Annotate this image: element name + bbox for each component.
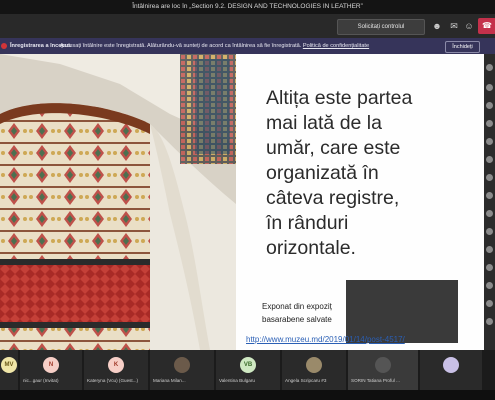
participant-tile[interactable]: VB Valentina Bulgaru bbox=[216, 350, 280, 390]
rail-avatar[interactable] bbox=[486, 246, 493, 253]
slide-heading-line: orizontale. bbox=[266, 237, 356, 259]
participant-name: Kateryna (Vcu) (Guest...) bbox=[87, 378, 139, 383]
museum-link[interactable]: http://www.muzeu.md/2019/01/14/post-4517… bbox=[246, 335, 405, 344]
react-icon[interactable]: ☺ bbox=[462, 19, 476, 33]
request-control-button[interactable]: Solicitați controlul bbox=[337, 19, 425, 35]
rail-avatar[interactable] bbox=[486, 318, 493, 325]
banner-message-text: Accesați întâlnire este înregistrată. Al… bbox=[60, 43, 302, 49]
participant-tile[interactable]: SORIN Tatiana Proful ... bbox=[348, 350, 418, 390]
rail-avatar[interactable] bbox=[486, 120, 493, 127]
avatar: N bbox=[43, 357, 59, 373]
window-title: Întâlnirea are loc în „Section 9.2. DESI… bbox=[0, 0, 495, 14]
participant-tile[interactable] bbox=[420, 350, 482, 390]
rail-avatar[interactable] bbox=[486, 64, 493, 71]
participant-tile[interactable]: K Kateryna (Vcu) (Guest...) bbox=[84, 350, 148, 390]
rail-avatar[interactable] bbox=[486, 192, 493, 199]
participant-tile[interactable]: Angela Scripcaru #3 bbox=[282, 350, 346, 390]
slide-heading-line: Altița este partea bbox=[266, 87, 413, 109]
slide-heading-line: în rânduri bbox=[266, 212, 349, 234]
rail-avatar[interactable] bbox=[486, 300, 493, 307]
recording-banner: Înregistrarea a început. Accesați întâln… bbox=[0, 38, 495, 54]
banner-message: Accesați întâlnire este înregistrată. Al… bbox=[60, 38, 369, 54]
rail-avatar[interactable] bbox=[486, 264, 493, 271]
rail-avatar[interactable] bbox=[486, 84, 493, 91]
caption-line: Exponat din expoziț bbox=[262, 302, 332, 311]
presenter-video-overlay bbox=[346, 280, 458, 343]
privacy-policy-link[interactable]: Politică de confidențialitate bbox=[303, 43, 369, 49]
embroidered-blouse-photo bbox=[0, 54, 236, 350]
slide-caption: Exponat din expoziț basarabene salvate bbox=[262, 300, 332, 326]
participant-tile[interactable]: Mariana Milan... bbox=[150, 350, 214, 390]
avatar bbox=[375, 357, 391, 373]
participant-name: nic...gaur (Invitat) bbox=[23, 378, 59, 383]
participant-name: Mariana Milan... bbox=[153, 378, 186, 383]
participant-name: Valentina Bulgaru bbox=[219, 378, 255, 383]
slide-heading: Altița este partea mai lată de la umăr, … bbox=[266, 86, 466, 261]
participant-name: SORIN Tatiana Proful ... bbox=[351, 378, 400, 383]
slide-heading-line: câteva registre, bbox=[266, 187, 400, 209]
avatar: MV bbox=[1, 357, 17, 373]
rail-avatar[interactable] bbox=[486, 138, 493, 145]
slide-heading-line: umăr, care este bbox=[266, 137, 401, 159]
slide-heading-line: organizată în bbox=[266, 162, 379, 184]
caption-line: basarabene salvate bbox=[262, 315, 332, 324]
rail-avatar[interactable] bbox=[486, 156, 493, 163]
taskbar-strip bbox=[0, 390, 495, 400]
rail-avatar[interactable] bbox=[486, 228, 493, 235]
avatar: K bbox=[108, 357, 124, 373]
avatar: VB bbox=[240, 357, 256, 373]
banner-close-button[interactable]: Închideți bbox=[445, 41, 480, 53]
participant-strip: MV N nic...gaur (Invitat) K Kateryna (Vc… bbox=[0, 350, 495, 390]
participant-tile[interactable]: N nic...gaur (Invitat) bbox=[20, 350, 82, 390]
participant-tile[interactable]: MV bbox=[0, 350, 18, 390]
people-icon[interactable]: ☻ bbox=[430, 19, 444, 33]
rail-avatar[interactable] bbox=[486, 102, 493, 109]
rail-avatar[interactable] bbox=[486, 282, 493, 289]
avatar bbox=[306, 357, 322, 373]
rail-avatar[interactable] bbox=[486, 174, 493, 181]
leave-call-button[interactable]: ☎ bbox=[478, 18, 495, 34]
participant-name: Angela Scripcaru #3 bbox=[285, 378, 327, 383]
participant-rail bbox=[484, 54, 495, 350]
rail-avatar[interactable] bbox=[486, 210, 493, 217]
meeting-toolbar: Solicitați controlul ☻ ✉ ☺ ☎ bbox=[0, 14, 495, 38]
chat-icon[interactable]: ✉ bbox=[447, 19, 461, 33]
avatar bbox=[174, 357, 190, 373]
slide-heading-line: mai lată de la bbox=[266, 112, 382, 134]
avatar bbox=[443, 357, 459, 373]
